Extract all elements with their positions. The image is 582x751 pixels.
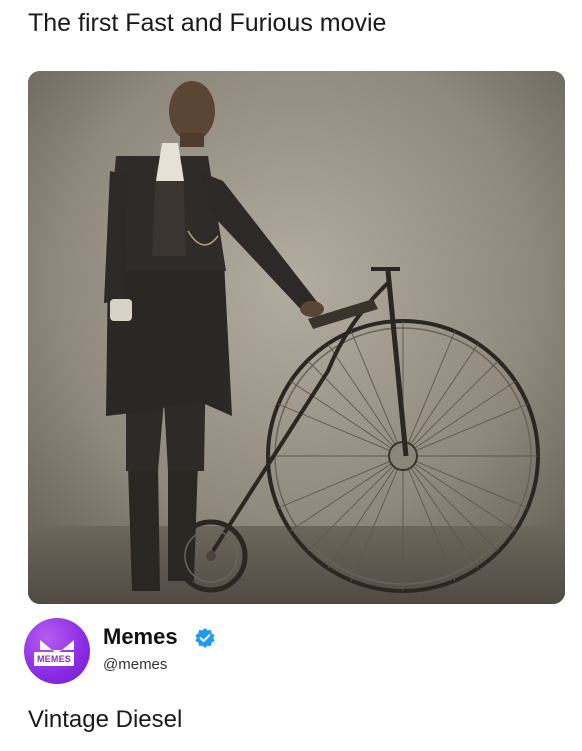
avatar-label: MEMES <box>34 652 74 666</box>
author-row[interactable]: MEMES Memes @memes <box>24 618 564 688</box>
vintage-photo-illustration <box>28 71 565 604</box>
post-image[interactable] <box>28 71 565 604</box>
verified-badge-icon <box>194 627 216 649</box>
post-caption-top: The first Fast and Furious movie <box>28 9 387 37</box>
post-caption-bottom: Vintage Diesel <box>28 706 183 733</box>
envelope-logo-icon <box>40 640 74 654</box>
author-display-name[interactable]: Memes <box>103 622 178 652</box>
avatar[interactable]: MEMES <box>24 618 90 684</box>
author-handle[interactable]: @memes <box>103 655 167 675</box>
